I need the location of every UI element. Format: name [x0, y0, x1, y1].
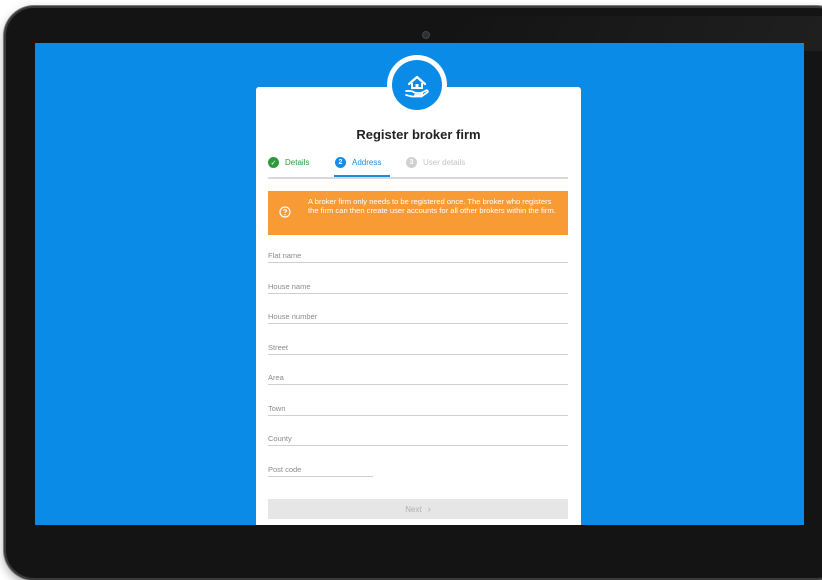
active-step-indicator	[334, 175, 390, 177]
step-details[interactable]: ✓ Details	[268, 157, 309, 168]
house-in-hand-icon	[392, 60, 442, 110]
house-number-field	[268, 306, 568, 324]
step-number: 3	[406, 157, 417, 168]
stepper: ✓ Details 2 Address 3 User details	[268, 155, 568, 179]
next-button[interactable]: Next ›	[268, 499, 568, 519]
flat-name-input[interactable]	[268, 248, 568, 260]
county-field	[268, 428, 568, 446]
step-label: Details	[285, 158, 310, 167]
step-number: 2	[335, 157, 346, 168]
town-input[interactable]	[268, 401, 568, 413]
question-circle-icon	[279, 206, 291, 218]
step-address[interactable]: 2 Address	[335, 157, 381, 168]
county-input[interactable]	[268, 431, 568, 443]
house-name-field	[268, 276, 568, 294]
step-user-details[interactable]: 3 User details	[406, 157, 465, 168]
street-input[interactable]	[268, 340, 568, 352]
notice-text: A broker firm only needs to be registere…	[308, 197, 556, 215]
next-label: Next	[405, 504, 422, 514]
step-label: User details	[423, 158, 466, 167]
post-code-input[interactable]	[268, 462, 373, 474]
street-field	[268, 337, 568, 355]
page-title: Register broker firm	[356, 127, 481, 142]
step-label: Address	[352, 158, 382, 167]
check-icon: ✓	[268, 157, 279, 168]
house-number-input[interactable]	[268, 309, 568, 321]
town-field	[268, 398, 568, 416]
area-field	[268, 367, 568, 385]
post-code-field	[268, 459, 373, 477]
house-name-input[interactable]	[268, 279, 568, 291]
screen: Register broker firm ✓ Details 2 Address…	[35, 43, 804, 525]
flat-name-field	[268, 245, 568, 263]
info-notice: A broker firm only needs to be registere…	[268, 191, 568, 235]
chevron-right-icon: ›	[427, 504, 431, 514]
area-input[interactable]	[268, 370, 568, 382]
webcam	[423, 32, 429, 38]
register-card: Register broker firm ✓ Details 2 Address…	[256, 87, 581, 525]
logo	[387, 55, 447, 115]
